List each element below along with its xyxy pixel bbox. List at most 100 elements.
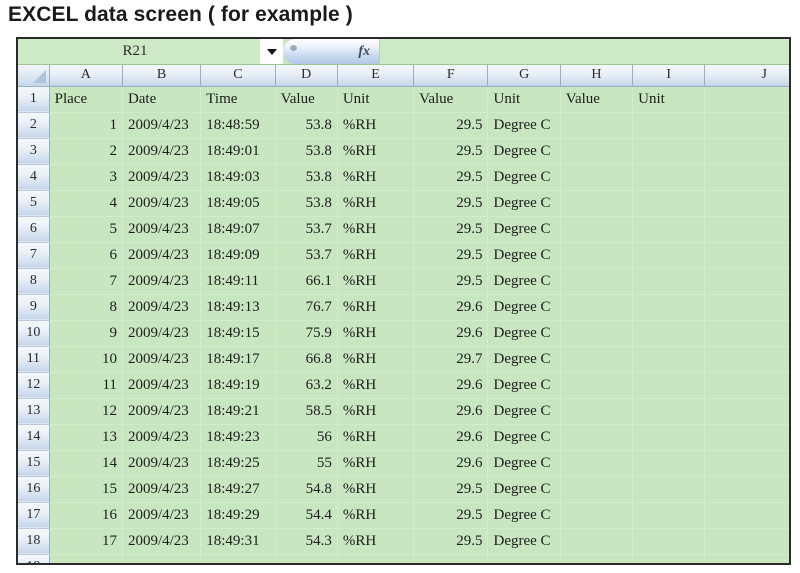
cell-c13[interactable]: 18:49:21 <box>200 398 276 425</box>
cell-c12[interactable]: 18:49:19 <box>200 372 276 399</box>
cell-f16[interactable]: 29.5 <box>413 476 489 503</box>
cell-b5[interactable]: 2009/4/23 <box>122 190 202 217</box>
row-header-13[interactable]: 13 <box>18 398 50 425</box>
cell-j3[interactable] <box>704 138 789 165</box>
cell-j19[interactable] <box>704 554 789 563</box>
cell-f19[interactable] <box>413 554 489 563</box>
cell-g18[interactable]: Degree C <box>487 528 561 555</box>
cell-b19[interactable] <box>122 554 202 563</box>
cell-h10[interactable] <box>560 320 634 347</box>
cell-h13[interactable] <box>560 398 634 425</box>
cell-b10[interactable]: 2009/4/23 <box>122 320 202 347</box>
cell-d8[interactable]: 66.1 <box>275 268 338 295</box>
column-header-j[interactable]: J <box>704 65 789 87</box>
cell-g15[interactable]: Degree C <box>487 450 561 477</box>
cell-f2[interactable]: 29.5 <box>413 112 489 139</box>
cell-d1[interactable]: Value <box>275 86 338 113</box>
cell-c19[interactable] <box>200 554 276 563</box>
cell-d7[interactable]: 53.7 <box>275 242 338 269</box>
cell-j12[interactable] <box>704 372 789 399</box>
row-header-18[interactable]: 18 <box>18 528 50 555</box>
cell-i17[interactable] <box>632 502 706 529</box>
cell-h11[interactable] <box>560 346 634 373</box>
column-header-f[interactable]: F <box>413 65 489 87</box>
cell-f18[interactable]: 29.5 <box>413 528 489 555</box>
cell-b6[interactable]: 2009/4/23 <box>122 216 202 243</box>
cell-e5[interactable]: %RH <box>337 190 415 217</box>
cell-c9[interactable]: 18:49:13 <box>200 294 276 321</box>
cell-i1[interactable]: Unit <box>632 86 706 113</box>
name-box[interactable]: R21 <box>18 39 261 64</box>
insert-function-button[interactable]: fx <box>283 39 379 64</box>
cell-h16[interactable] <box>560 476 634 503</box>
cell-h5[interactable] <box>560 190 634 217</box>
cell-d15[interactable]: 55 <box>275 450 338 477</box>
cell-i13[interactable] <box>632 398 706 425</box>
cell-d11[interactable]: 66.8 <box>275 346 338 373</box>
cell-g17[interactable]: Degree C <box>487 502 561 529</box>
cell-h2[interactable] <box>560 112 634 139</box>
cell-a19[interactable] <box>49 554 123 563</box>
cell-e4[interactable]: %RH <box>337 164 415 191</box>
cell-h6[interactable] <box>560 216 634 243</box>
cell-a2[interactable]: 1 <box>49 112 123 139</box>
row-header-3[interactable]: 3 <box>18 138 50 165</box>
row-header-7[interactable]: 7 <box>18 242 50 269</box>
cell-f14[interactable]: 29.6 <box>413 424 489 451</box>
cell-e11[interactable]: %RH <box>337 346 415 373</box>
cell-e14[interactable]: %RH <box>337 424 415 451</box>
cell-d5[interactable]: 53.8 <box>275 190 338 217</box>
cell-d2[interactable]: 53.8 <box>275 112 338 139</box>
cell-c6[interactable]: 18:49:07 <box>200 216 276 243</box>
cell-g16[interactable]: Degree C <box>487 476 561 503</box>
cell-i6[interactable] <box>632 216 706 243</box>
cell-e18[interactable]: %RH <box>337 528 415 555</box>
cell-c15[interactable]: 18:49:25 <box>200 450 276 477</box>
cell-e13[interactable]: %RH <box>337 398 415 425</box>
cell-g8[interactable]: Degree C <box>487 268 561 295</box>
cell-e1[interactable]: Unit <box>337 86 415 113</box>
cell-a12[interactable]: 11 <box>49 372 123 399</box>
row-header-8[interactable]: 8 <box>18 268 50 295</box>
cell-j18[interactable] <box>704 528 789 555</box>
cell-b2[interactable]: 2009/4/23 <box>122 112 202 139</box>
cell-i18[interactable] <box>632 528 706 555</box>
row-header-4[interactable]: 4 <box>18 164 50 191</box>
cell-f13[interactable]: 29.6 <box>413 398 489 425</box>
cell-a8[interactable]: 7 <box>49 268 123 295</box>
cell-c7[interactable]: 18:49:09 <box>200 242 276 269</box>
cell-e12[interactable]: %RH <box>337 372 415 399</box>
cell-h14[interactable] <box>560 424 634 451</box>
cell-e7[interactable]: %RH <box>337 242 415 269</box>
cell-f7[interactable]: 29.5 <box>413 242 489 269</box>
cell-h1[interactable]: Value <box>560 86 634 113</box>
cell-i16[interactable] <box>632 476 706 503</box>
cell-d13[interactable]: 58.5 <box>275 398 338 425</box>
cell-f15[interactable]: 29.6 <box>413 450 489 477</box>
cell-b3[interactable]: 2009/4/23 <box>122 138 202 165</box>
cell-h9[interactable] <box>560 294 634 321</box>
cell-c3[interactable]: 18:49:01 <box>200 138 276 165</box>
cell-d16[interactable]: 54.8 <box>275 476 338 503</box>
cell-j6[interactable] <box>704 216 789 243</box>
cell-h19[interactable] <box>560 554 634 563</box>
cell-d12[interactable]: 63.2 <box>275 372 338 399</box>
column-header-e[interactable]: E <box>337 65 415 87</box>
cell-b15[interactable]: 2009/4/23 <box>122 450 202 477</box>
cell-i5[interactable] <box>632 190 706 217</box>
row-header-19[interactable]: 19 <box>18 554 50 563</box>
row-header-16[interactable]: 16 <box>18 476 50 503</box>
cell-e2[interactable]: %RH <box>337 112 415 139</box>
cell-f17[interactable]: 29.5 <box>413 502 489 529</box>
cell-d14[interactable]: 56 <box>275 424 338 451</box>
column-header-i[interactable]: I <box>632 65 706 87</box>
cell-g6[interactable]: Degree C <box>487 216 561 243</box>
cell-g12[interactable]: Degree C <box>487 372 561 399</box>
cell-f10[interactable]: 29.6 <box>413 320 489 347</box>
cell-d9[interactable]: 76.7 <box>275 294 338 321</box>
cell-g9[interactable]: Degree C <box>487 294 561 321</box>
cell-j13[interactable] <box>704 398 789 425</box>
cell-h18[interactable] <box>560 528 634 555</box>
column-header-b[interactable]: B <box>122 65 202 87</box>
cell-c4[interactable]: 18:49:03 <box>200 164 276 191</box>
